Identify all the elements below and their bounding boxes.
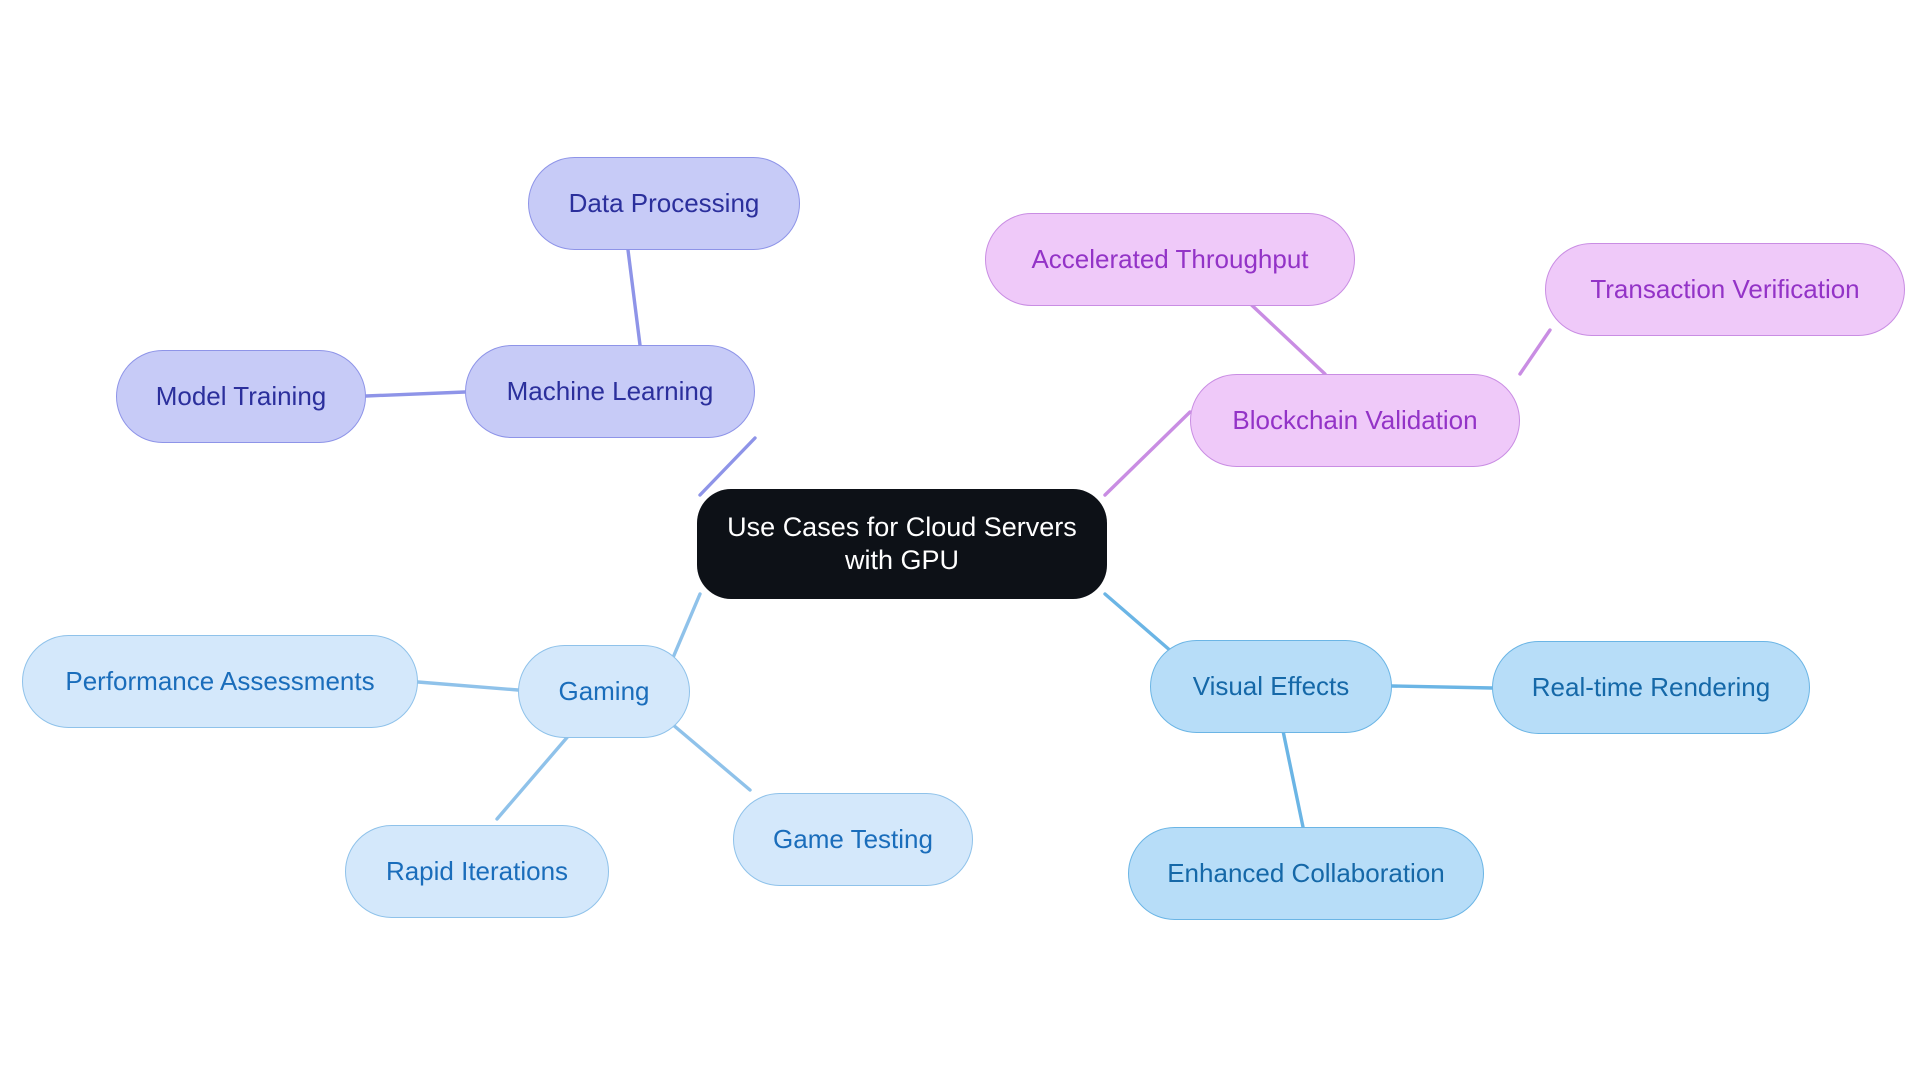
node-root[interactable]: Use Cases for Cloud Servers with GPU [697, 489, 1107, 599]
node-visual-effects-label: Visual Effects [1192, 670, 1350, 701]
edge-gaming-game-testing [670, 722, 752, 792]
node-accelerated-throughput[interactable]: Accelerated Throughput [985, 213, 1355, 306]
node-model-training-label: Model Training [155, 380, 327, 411]
node-rapid-iterations-label: Rapid Iterations [385, 855, 569, 886]
node-blockchain-validation[interactable]: Blockchain Validation [1190, 374, 1520, 467]
node-machine-learning[interactable]: Machine Learning [465, 345, 755, 438]
node-root-label: Use Cases for Cloud Servers with GPU [727, 512, 1077, 575]
node-rapid-iterations[interactable]: Rapid Iterations [345, 825, 609, 918]
edge-machine-learning-data-processing [626, 248, 642, 347]
edge-visual-effects-enhanced-collaboration [1280, 724, 1305, 829]
node-real-time-rendering[interactable]: Real-time Rendering [1492, 641, 1810, 734]
node-machine-learning-label: Machine Learning [506, 375, 714, 406]
edge-machine-learning-model-training [364, 390, 467, 398]
edge-gaming-performance-assessments [416, 680, 520, 692]
edge-visual-effects-real-time-rendering [1390, 684, 1494, 690]
edge-root-machine-learning [698, 436, 757, 497]
edge-blockchain-validation-accelerated-throughput [1240, 294, 1327, 376]
node-transaction-verification-label: Transaction Verification [1590, 273, 1860, 304]
node-gaming-label: Gaming [558, 675, 650, 706]
node-performance-assessments-label: Performance Assessments [65, 665, 375, 696]
edge-root-gaming [670, 592, 702, 662]
node-data-processing-label: Data Processing [568, 187, 760, 218]
node-data-processing[interactable]: Data Processing [528, 157, 800, 250]
node-game-testing[interactable]: Game Testing [733, 793, 973, 886]
node-performance-assessments[interactable]: Performance Assessments [22, 635, 418, 728]
node-transaction-verification[interactable]: Transaction Verification [1545, 243, 1905, 336]
node-blockchain-validation-label: Blockchain Validation [1232, 404, 1478, 435]
mindmap-canvas: Use Cases for Cloud Servers with GPU Mac… [0, 0, 1920, 1083]
node-enhanced-collaboration-label: Enhanced Collaboration [1167, 857, 1445, 888]
node-game-testing-label: Game Testing [773, 823, 933, 854]
node-real-time-rendering-label: Real-time Rendering [1531, 671, 1771, 702]
node-gaming[interactable]: Gaming [518, 645, 690, 738]
node-model-training[interactable]: Model Training [116, 350, 366, 443]
edge-gaming-rapid-iterations [495, 732, 572, 821]
node-accelerated-throughput-label: Accelerated Throughput [1031, 243, 1309, 274]
node-enhanced-collaboration[interactable]: Enhanced Collaboration [1128, 827, 1484, 920]
edge-root-blockchain-validation [1103, 410, 1192, 497]
node-visual-effects[interactable]: Visual Effects [1150, 640, 1392, 733]
edge-blockchain-validation-transaction-verification [1518, 328, 1552, 376]
edge-root-visual-effects [1103, 592, 1174, 654]
